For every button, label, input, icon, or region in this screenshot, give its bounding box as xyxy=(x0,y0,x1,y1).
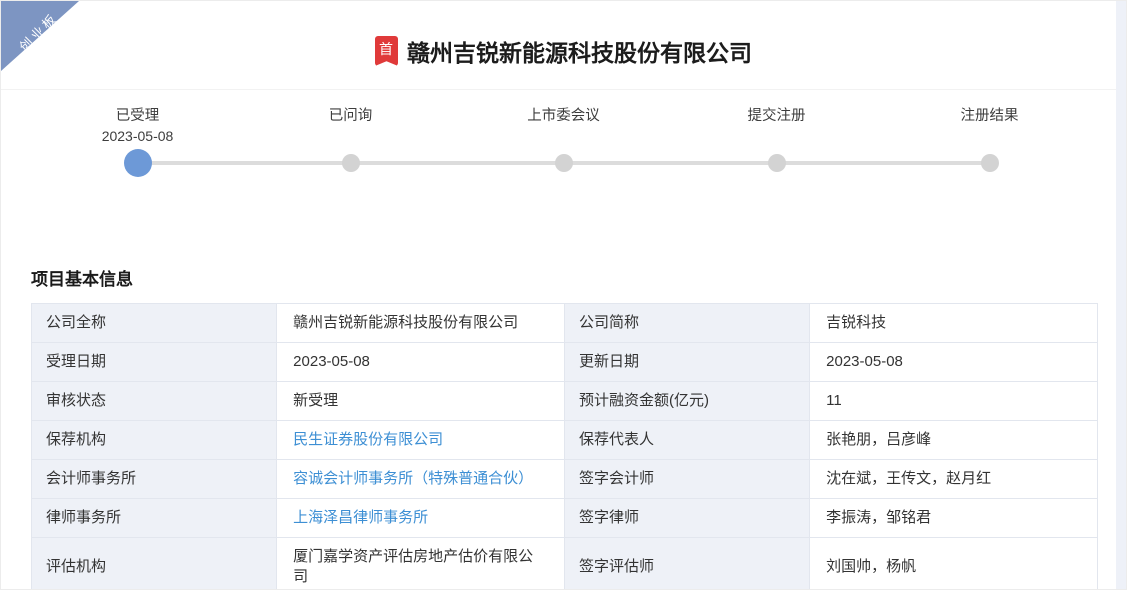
timeline-dot-holder xyxy=(554,149,573,177)
row-value-1: 上海泽昌律师事务所 xyxy=(276,498,565,538)
table-row: 审核状态 新受理 预计融资金额(亿元) 11 xyxy=(30,381,1098,421)
row-label-2: 签字评估师 xyxy=(563,537,811,589)
project-basic-info-table: 公司全称 赣州吉锐新能源科技股份有限公司 公司简称 吉锐科技 受理日期 2023… xyxy=(30,303,1098,589)
timeline-step-dot-icon xyxy=(980,154,999,172)
timeline-step-label: 已受理 xyxy=(115,108,160,124)
row-value-2: 2023-05-08 xyxy=(809,342,1098,382)
timeline-step-label: 注册结果 xyxy=(960,108,1019,124)
timeline-dot-holder xyxy=(980,149,999,177)
row-value-1: 民生证券股份有限公司 xyxy=(276,420,565,460)
row-value-1-link[interactable]: 上海泽昌律师事务所 xyxy=(293,509,428,526)
row-value-1: 赣州吉锐新能源科技股份有限公司 xyxy=(276,303,565,343)
timeline-step: 上市委会议 xyxy=(457,106,670,177)
row-value-1-link[interactable]: 容诚会计师事务所（特殊普通合伙） xyxy=(293,470,533,487)
row-value-2-text: 刘国帅，杨帆 xyxy=(826,558,917,575)
table-row: 受理日期 2023-05-08 更新日期 2023-05-08 xyxy=(30,342,1098,382)
row-label-1: 律师事务所 xyxy=(30,498,278,538)
timeline-step-dot-icon xyxy=(123,149,152,177)
row-value-2: 11 xyxy=(809,381,1098,421)
timeline-step-label: 提交注册 xyxy=(747,108,806,124)
row-label-1: 保荐机构 xyxy=(30,420,278,460)
row-value-1-text: 新受理 xyxy=(293,392,339,409)
review-progress-timeline: 已受理 2023-05-08 已问询 上市委会议 提交注册 注册结果 xyxy=(31,106,1096,186)
company-title: 赣州吉锐新能源科技股份有限公司 xyxy=(407,40,752,66)
timeline-step-dot-icon xyxy=(767,154,786,172)
row-value-2-text: 吉锐科技 xyxy=(826,314,887,331)
row-value-1-text: 赣州吉锐新能源科技股份有限公司 xyxy=(293,314,519,331)
row-value-2: 沈在斌，王传文，赵月红 xyxy=(809,459,1098,499)
timeline-step: 注册结果 xyxy=(883,106,1096,177)
timeline-dot-holder xyxy=(123,149,152,177)
timeline-step: 已受理 2023-05-08 xyxy=(31,106,244,177)
timeline-step-label: 上市委会议 xyxy=(527,108,600,124)
vertical-scrollbar[interactable] xyxy=(1116,1,1126,589)
row-value-2-text: 沈在斌，王传文，赵月红 xyxy=(826,470,992,487)
timeline-step: 提交注册 xyxy=(670,106,883,177)
row-value-1: 2023-05-08 xyxy=(276,342,565,382)
table-row: 保荐机构 民生证券股份有限公司 保荐代表人 张艳朋，吕彦峰 xyxy=(30,420,1098,460)
row-label-2: 预计融资金额(亿元) xyxy=(563,381,811,421)
row-value-2-text: 2023-05-08 xyxy=(826,353,903,370)
row-value-2: 刘国帅，杨帆 xyxy=(809,537,1098,589)
row-label-2: 保荐代表人 xyxy=(563,420,811,460)
row-value-2: 李振涛，邹铭君 xyxy=(809,498,1098,538)
row-label-1: 受理日期 xyxy=(30,342,278,382)
timeline-steps: 已受理 2023-05-08 已问询 上市委会议 提交注册 注册结果 xyxy=(31,106,1096,177)
timeline-dot-holder xyxy=(341,149,360,177)
row-value-1-text: 2023-05-08 xyxy=(293,353,370,370)
row-value-2: 吉锐科技 xyxy=(809,303,1098,343)
row-value-2-text: 李振涛，邹铭君 xyxy=(826,509,932,526)
row-label-2: 签字律师 xyxy=(563,498,811,538)
row-label-1: 评估机构 xyxy=(30,537,278,589)
row-value-2: 张艳朋，吕彦峰 xyxy=(809,420,1098,460)
project-status-page: 创业板 首 赣州吉锐新能源科技股份有限公司 已受理 2023-05-08 已问询… xyxy=(0,0,1127,590)
row-label-2: 更新日期 xyxy=(563,342,811,382)
table-row: 评估机构 厦门嘉学资产评估房地产估价有限公司 签字评估师 刘国帅，杨帆 xyxy=(30,537,1098,589)
row-value-1-link[interactable]: 民生证券股份有限公司 xyxy=(293,431,443,448)
title-row: 首 赣州吉锐新能源科技股份有限公司 xyxy=(1,1,1126,68)
table-row: 律师事务所 上海泽昌律师事务所 签字律师 李振涛，邹铭君 xyxy=(30,498,1098,538)
table-row: 公司全称 赣州吉锐新能源科技股份有限公司 公司简称 吉锐科技 xyxy=(30,303,1098,343)
row-label-2: 签字会计师 xyxy=(563,459,811,499)
section-title-basic-info: 项目基本信息 xyxy=(31,270,133,289)
row-value-1: 新受理 xyxy=(276,381,565,421)
timeline-step-date: 2023-05-08 xyxy=(101,128,174,144)
timeline-step-dot-icon xyxy=(341,154,360,172)
row-value-1-text: 厦门嘉学资产评估房地产估价有限公司 xyxy=(293,548,534,585)
row-value-1: 厦门嘉学资产评估房地产估价有限公司 xyxy=(276,537,565,589)
timeline-step-label: 已问询 xyxy=(328,108,373,124)
row-label-1: 审核状态 xyxy=(30,381,278,421)
timeline-step-dot-icon xyxy=(554,154,573,172)
row-label-1: 会计师事务所 xyxy=(30,459,278,499)
row-label-2: 公司简称 xyxy=(563,303,811,343)
row-value-2-text: 11 xyxy=(826,392,842,409)
first-issue-badge-icon: 首 xyxy=(375,36,398,66)
timeline-dot-holder xyxy=(767,149,786,177)
table-row: 会计师事务所 容诚会计师事务所（特殊普通合伙） 签字会计师 沈在斌，王传文，赵月… xyxy=(30,459,1098,499)
row-value-2-text: 张艳朋，吕彦峰 xyxy=(826,431,932,448)
row-label-1: 公司全称 xyxy=(30,303,278,343)
timeline-step: 已问询 xyxy=(244,106,457,177)
page-header: 首 赣州吉锐新能源科技股份有限公司 xyxy=(1,1,1126,90)
row-value-1: 容诚会计师事务所（特殊普通合伙） xyxy=(276,459,565,499)
